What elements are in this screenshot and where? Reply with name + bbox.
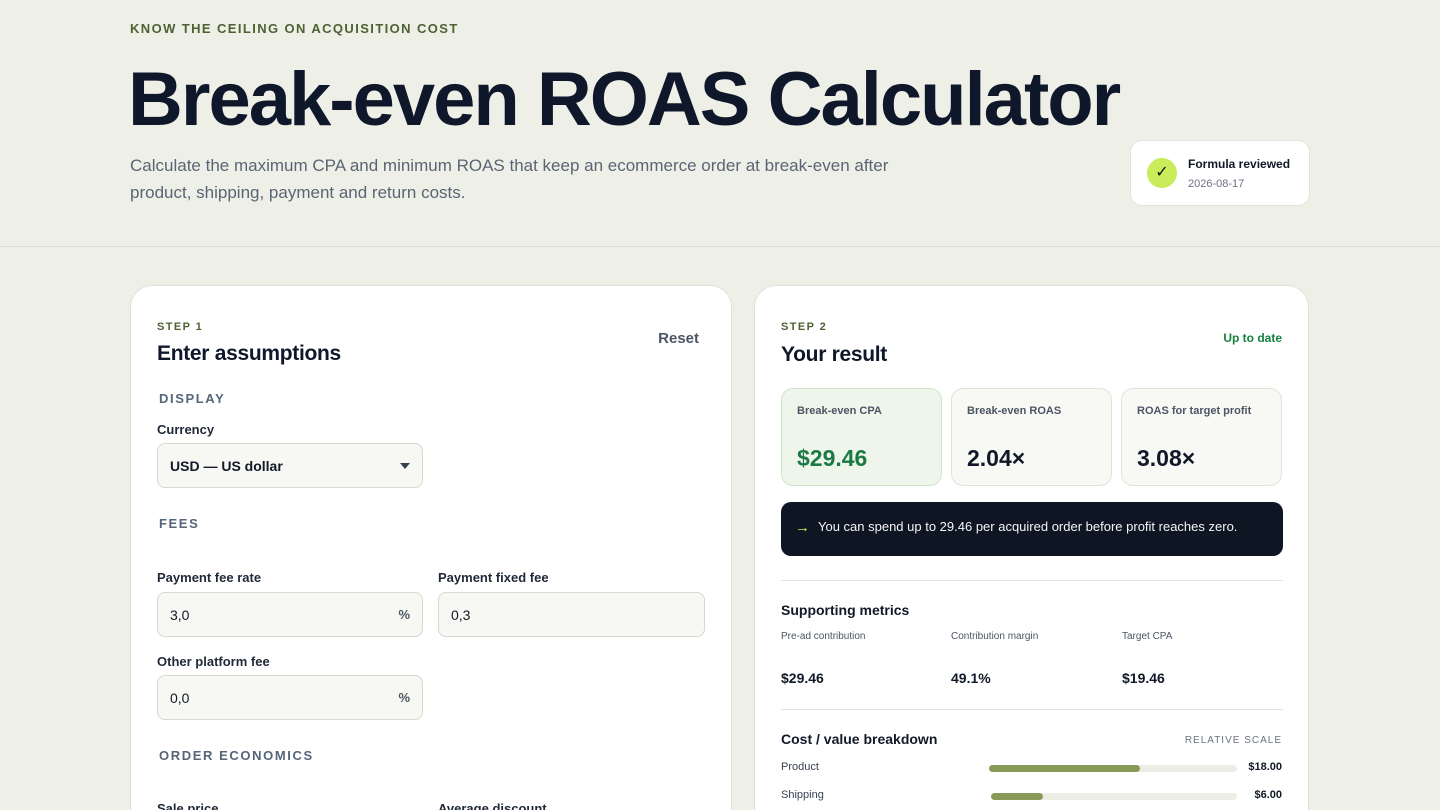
supporting-metrics-title: Supporting metrics (781, 602, 910, 618)
metric-label: Contribution margin (951, 631, 1039, 642)
payment-fee-rate-value: 3,0 (170, 607, 190, 623)
page-subtitle: Calculate the maximum CPA and minimum RO… (130, 156, 889, 202)
payment-fee-rate-input[interactable]: 3,0 % (157, 592, 423, 637)
divider (781, 709, 1283, 710)
kpi-value: $29.46 (797, 445, 868, 471)
page-title: Break-even ROAS Calculator (128, 57, 1121, 142)
percent-unit: % (398, 690, 410, 705)
section-order-economics: ORDER ECONOMICS (159, 748, 314, 763)
kpi-break-even-roas: Break-even ROAS 2.04× (951, 388, 1112, 486)
other-platform-fee-input[interactable]: 0,0 % (157, 675, 423, 720)
relative-scale-label: RELATIVE SCALE (1184, 735, 1282, 746)
payment-fixed-fee-value: 0,3 (451, 607, 471, 623)
formula-reviewed-badge: ✓ Formula reviewed 2026-08-17 (1130, 140, 1310, 206)
metric-value: 49.1% (951, 670, 991, 686)
kpi-target-roas: ROAS for target profit 3.08× (1121, 388, 1282, 486)
step-label: STEP 2 (781, 321, 828, 333)
section-display: DISPLAY (159, 391, 226, 406)
metric-label: Target CPA (1122, 631, 1173, 642)
kpi-break-even-cpa: Break-even CPA $29.46 (781, 388, 942, 486)
reset-button[interactable]: Reset (658, 330, 699, 347)
metric-value: $19.46 (1122, 670, 1165, 686)
eyebrow: KNOW THE CEILING ON ACQUISITION COST (130, 21, 459, 36)
card-title: Your result (781, 343, 887, 366)
payment-fixed-fee-input[interactable]: 0,3 (438, 592, 705, 637)
currency-label: Currency (157, 422, 215, 437)
section-fees: FEES (159, 516, 200, 531)
payment-fixed-fee-label: Payment fixed fee (438, 570, 549, 585)
chevron-down-icon (400, 463, 410, 469)
metric-value: $29.46 (781, 670, 824, 686)
breakdown-row-label: Shipping (781, 789, 824, 801)
breakdown-title: Cost / value breakdown (781, 731, 938, 747)
divider (781, 580, 1283, 581)
percent-unit: % (398, 607, 410, 622)
metric-label: Pre-ad contribution (781, 631, 866, 642)
breakdown-row-value: $6.00 (1254, 789, 1282, 801)
result-card: STEP 2 Your result Up to date Break-even… (754, 285, 1309, 810)
assumptions-card: STEP 1 Enter assumptions Reset DISPLAY C… (130, 285, 732, 810)
review-date: 2026-08-17 (1188, 178, 1245, 190)
status-badge: Up to date (1223, 331, 1282, 345)
breakdown-bar-track (991, 793, 1237, 800)
callout-text: You can spend up to 29.46 per acquired o… (818, 519, 1238, 534)
sale-price-label: Sale price (157, 801, 219, 810)
card-title: Enter assumptions (157, 342, 341, 365)
breakdown-row-value: $18.00 (1248, 761, 1282, 773)
arrow-right-icon: → (795, 519, 810, 536)
step-label: STEP 1 (157, 321, 204, 333)
kpi-value: 2.04× (967, 445, 1026, 471)
other-platform-fee-label: Other platform fee (157, 654, 270, 669)
kpi-value: 3.08× (1137, 445, 1196, 471)
breakdown-bar (989, 765, 1141, 772)
breakdown-bar-track (989, 765, 1237, 772)
review-title: Formula reviewed (1188, 157, 1291, 171)
other-platform-fee-value: 0,0 (170, 690, 190, 706)
kpi-label: Break-even ROAS (967, 405, 1062, 417)
breakdown-row-label: Product (781, 761, 819, 773)
currency-select[interactable]: USD — US dollar (157, 443, 423, 488)
result-callout: → You can spend up to 29.46 per acquired… (781, 502, 1283, 556)
check-icon: ✓ (1147, 158, 1177, 188)
kpi-label: ROAS for target profit (1137, 405, 1252, 417)
average-discount-label: Average discount (438, 801, 547, 810)
kpi-label: Break-even CPA (797, 405, 882, 417)
payment-fee-rate-label: Payment fee rate (157, 570, 262, 585)
page-header: KNOW THE CEILING ON ACQUISITION COST Bre… (0, 0, 1440, 247)
breakdown-bar (991, 793, 1043, 800)
currency-value: USD — US dollar (170, 458, 283, 474)
